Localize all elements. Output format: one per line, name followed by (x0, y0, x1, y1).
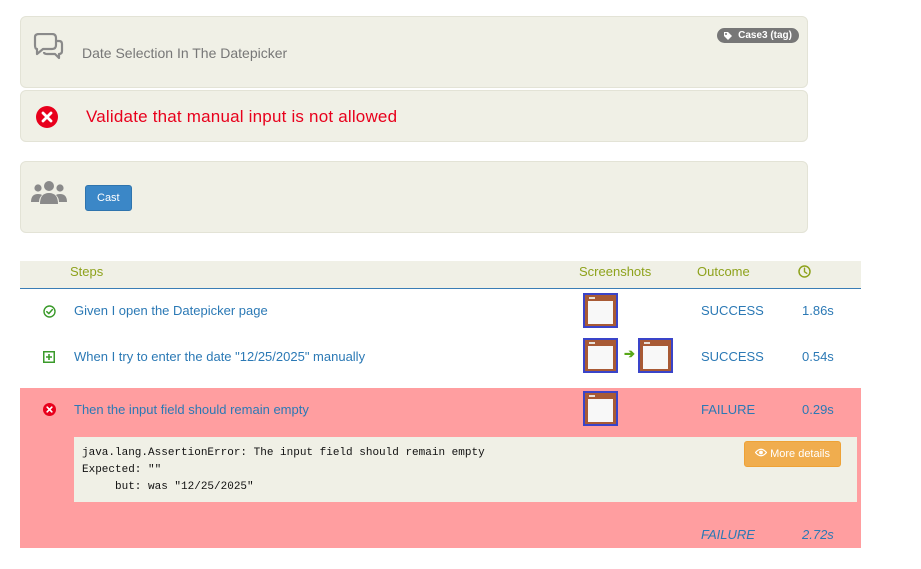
scenario-title: Validate that manual input is not allowe… (86, 107, 398, 126)
clock-icon (798, 265, 811, 281)
cast-button[interactable]: Cast (85, 185, 132, 211)
comments-icon (31, 32, 65, 66)
step-outcome: FAILURE (701, 402, 756, 417)
outcome-header: Outcome (697, 264, 750, 279)
screenshot-thumbnail[interactable] (583, 338, 618, 373)
more-details-button[interactable]: More details (744, 441, 841, 467)
steps-header: Steps (70, 264, 104, 279)
feature-title: Date Selection In The Datepicker (82, 45, 288, 61)
table-row: When I try to enter the date "12/25/2025… (20, 333, 861, 388)
step-outcome: SUCCESS (701, 349, 764, 364)
error-message: java.lang.AssertionError: The input fiel… (82, 447, 485, 493)
screenshot-thumbnail[interactable] (583, 391, 618, 426)
error-circle-icon (36, 106, 58, 133)
eye-icon (754, 442, 768, 466)
arrow-right-icon: ➔ (624, 346, 635, 361)
step-text[interactable]: Then the input field should remain empty (74, 402, 309, 417)
cast-panel: Cast (20, 161, 808, 233)
step-duration: 0.54s (802, 349, 834, 364)
step-duration: 0.29s (802, 402, 834, 417)
feature-panel: Date Selection In The Datepicker Case3 (… (20, 16, 808, 88)
step-duration: 1.86s (802, 303, 834, 318)
screenshot-thumbnail[interactable] (638, 338, 673, 373)
step-text[interactable]: When I try to enter the date "12/25/2025… (74, 349, 365, 364)
more-details-label: More details (770, 448, 830, 460)
error-circle-icon (43, 403, 56, 421)
steps-table: Steps Screenshots Outcome Given I open t… (20, 261, 861, 548)
step-text[interactable]: Given I open the Datepicker page (74, 303, 268, 318)
tag-badge[interactable]: Case3 (tag) (717, 28, 799, 43)
summary-duration: 2.72s (802, 527, 834, 542)
check-circle-icon (43, 305, 56, 323)
step-outcome: SUCCESS (701, 303, 764, 318)
error-box: java.lang.AssertionError: The input fiel… (74, 437, 857, 502)
table-row: Given I open the Datepicker page SUCCESS… (20, 289, 861, 333)
tag-label: Case3 (tag) (738, 30, 792, 41)
plus-square-icon[interactable] (43, 350, 55, 368)
scenario-panel: Validate that manual input is not allowe… (20, 90, 808, 142)
users-icon (31, 180, 67, 211)
table-header: Steps Screenshots Outcome (20, 261, 861, 289)
screenshot-thumbnail[interactable] (583, 293, 618, 328)
summary-outcome: FAILURE (701, 527, 755, 542)
screenshots-header: Screenshots (579, 264, 652, 279)
failed-step-row: Then the input field should remain empty… (20, 388, 861, 548)
tag-icon (723, 31, 733, 41)
